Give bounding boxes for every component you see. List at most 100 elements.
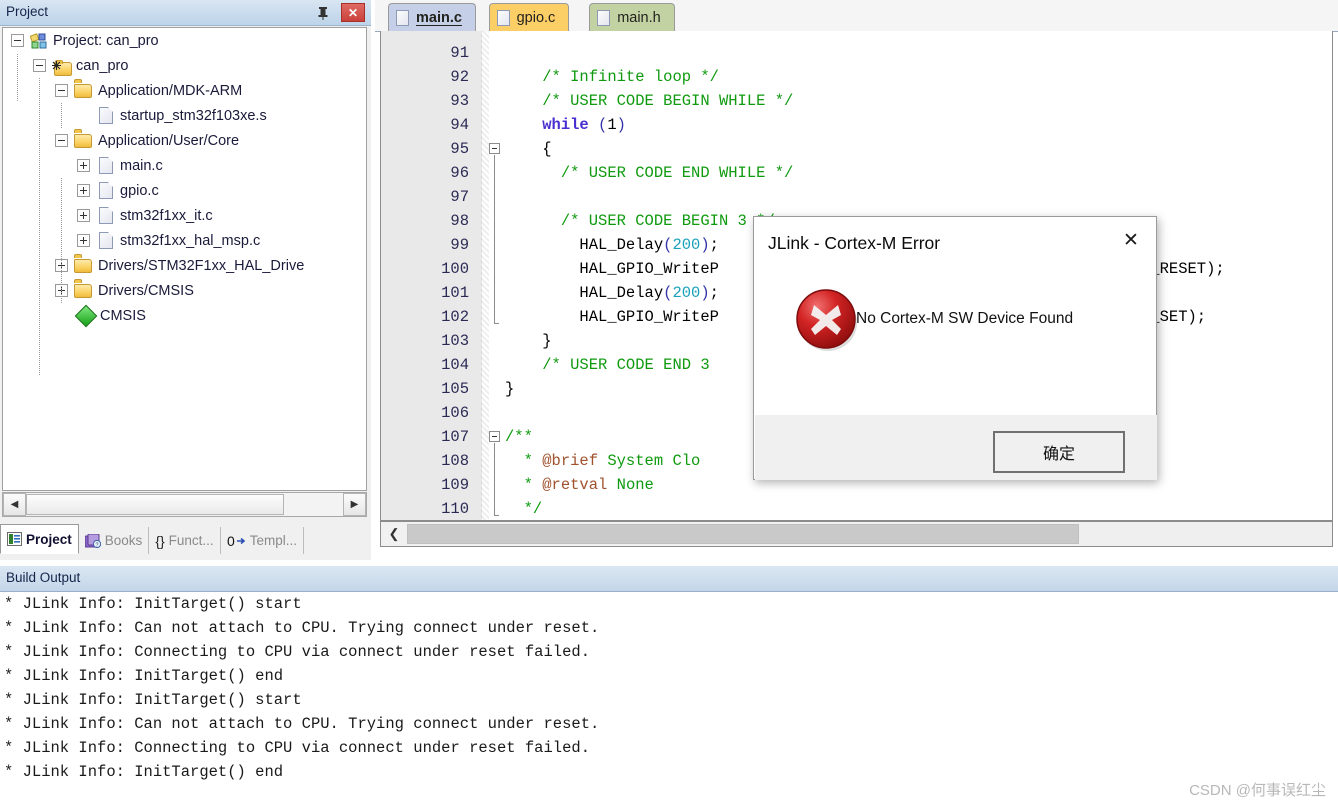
code-text: /* USER CODE BEGIN 3 */ [560,212,775,230]
line-number: 98 [450,212,469,230]
collapse-icon[interactable] [11,34,24,47]
line-number: 108 [441,452,469,470]
line-number: 103 [441,332,469,350]
build-output-line: * JLink Info: Can not attach to CPU. Try… [4,715,600,733]
build-output-line: * JLink Info: InitTarget() end [4,763,284,781]
scroll-left-arrow-icon[interactable]: ❮ [381,522,407,546]
panel-tab-label: Templ... [249,533,297,548]
tree-item-stm32f1xx-it-c[interactable]: stm32f1xx_it.c [3,203,366,228]
tree-item-can-pro[interactable]: can_pro [3,53,366,78]
close-icon[interactable]: ✕ [1114,225,1148,255]
code-text: /** [505,428,533,446]
editor-hscrollbar-track[interactable] [1079,522,1332,546]
file-icon [99,182,113,199]
code-text: /* USER CODE END 3 [542,356,719,374]
tree-item-startup-stm32f103xe-s[interactable]: startup_stm32f103xe.s [3,103,366,128]
panel-tab-funct[interactable]: {} Funct... [149,527,221,554]
code-line: 94 while (1) [381,113,1332,137]
code-text: HAL_Delay(200); [505,284,719,302]
editor-tab-label: gpio.c [516,9,556,26]
hscrollbar-thumb[interactable] [26,494,284,515]
code-text: /* Infinite loop */ [542,68,719,86]
build-output-log[interactable]: * JLink Info: InitTarget() start * JLink … [0,592,1338,810]
editor-tab-gpioc[interactable]: gpio.c [488,3,570,31]
folder-shape [74,134,92,148]
build-output-line: * JLink Info: InitTarget() start [4,691,302,709]
folder-icon [74,82,93,99]
build-output-line: * JLink Info: Connecting to CPU via conn… [4,739,590,757]
watermark: CSDN @何事误红尘 [1189,782,1326,799]
editor-hscrollbar[interactable]: ❮ [380,521,1333,547]
tree-item-stm32f1xx-hal-msp-c[interactable]: stm32f1xx_hal_msp.c [3,228,366,253]
tree-item-gpio-c[interactable]: gpio.c [3,178,366,203]
expand-icon[interactable] [77,209,90,222]
project-tree-rows: Project: can_pro can_pro Application/MDK-A… [3,28,366,328]
ok-button[interactable]: 确定 [993,431,1125,473]
expand-icon[interactable] [77,234,90,247]
file-icon [496,9,510,26]
tree-item-main-c[interactable]: main.c [3,153,366,178]
tree-item-project-can-pro[interactable]: Project: can_pro [3,28,366,53]
collapse-fold-icon[interactable] [489,431,500,442]
collapse-icon[interactable] [55,134,68,147]
code-text: HAL_GPIO_WriteP [505,308,719,326]
fold-range-line [494,155,495,323]
tree-connector-line [61,178,62,303]
tree-item-drivers-stm32f1xx-hal-drive[interactable]: Drivers/STM32F1xx_HAL_Drive [3,253,366,278]
build-output-line: * JLink Info: Connecting to CPU via conn… [4,643,590,661]
expand-icon[interactable] [77,159,90,172]
panel-tab-books[interactable]: ? Books [79,527,150,554]
tree-item-label: Drivers/STM32F1xx_HAL_Drive [98,257,305,274]
line-number: 95 [450,140,469,158]
expand-icon[interactable] [77,184,90,197]
code-text: while (1) [542,116,626,134]
scroll-left-arrow-icon[interactable]: ◀ [3,493,26,516]
editor-tab-mainh[interactable]: main.h [589,3,675,31]
templates-icon: 0 [227,534,246,548]
panel-tab-templ[interactable]: 0 Templ... [221,527,304,554]
tree-item-application-user-core[interactable]: Application/User/Core [3,128,366,153]
line-number: 93 [450,92,469,110]
tree-item-label: Project: can_pro [53,32,159,49]
folder-icon [74,132,93,149]
project-tree[interactable]: Project: can_pro can_pro Application/MDK-A… [2,27,367,491]
folder-shape [74,284,92,298]
code-text: { [505,140,552,158]
code-text: } [505,380,515,398]
collapse-icon[interactable] [55,84,68,97]
tree-item-cmsis[interactable]: CMSIS [3,303,366,328]
dialog-title: JLink - Cortex-M Error [768,233,941,253]
tree-item-label: CMSIS [100,307,146,324]
build-output-line: * JLink Info: Can not attach to CPU. Try… [4,619,600,637]
panel-tab-project[interactable]: Project [0,524,79,554]
close-icon[interactable]: ✕ [341,3,365,22]
hscrollbar-track[interactable] [284,493,343,516]
tree-item-label: startup_stm32f103xe.s [120,107,267,124]
editor-tab-mainc[interactable]: main.c [388,3,476,31]
file-icon [99,207,113,224]
line-number: 109 [441,476,469,494]
editor-hscrollbar-thumb[interactable] [407,524,1079,544]
collapse-fold-icon[interactable] [489,143,500,154]
line-number: 92 [450,68,469,86]
folder-shape [74,259,92,273]
code-text: /* USER CODE BEGIN WHILE */ [542,92,794,110]
pin-icon[interactable] [313,3,333,22]
tree-item-label: Application/User/Core [98,132,240,149]
scroll-right-arrow-icon[interactable]: ▶ [343,493,366,516]
collapse-icon[interactable] [33,59,46,72]
tree-item-label: gpio.c [120,182,159,199]
code-text: * @retval None [505,476,654,494]
fold-range-end-tick [494,515,499,516]
line-number: 96 [450,164,469,182]
line-number: 107 [441,428,469,446]
tree-item-application-mdk-arm[interactable]: Application/MDK-ARM [3,78,366,103]
file-icon [99,232,113,249]
project-tree-hscrollbar[interactable]: ◀ ▶ [2,492,367,517]
tree-item-label: main.c [120,157,163,174]
code-line: 95 { [381,137,1332,161]
fold-range-line [494,443,495,515]
folder-icon [74,257,93,274]
tree-item-drivers-cmsis[interactable]: Drivers/CMSIS [3,278,366,303]
code-text: HAL_GPIO_WriteP [505,260,719,278]
